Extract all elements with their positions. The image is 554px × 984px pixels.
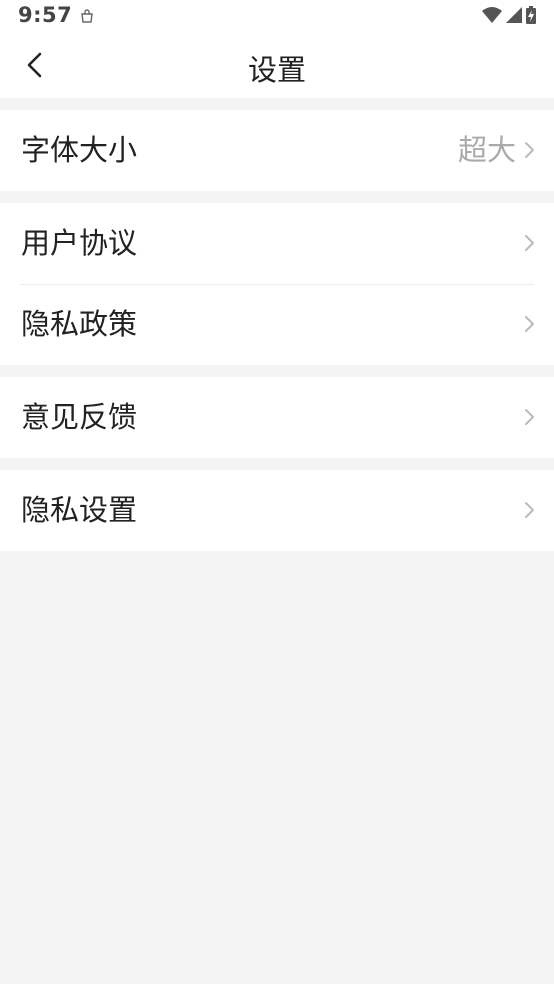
status-bar: 9:57	[0, 0, 554, 32]
feedback-row[interactable]: 意见反馈	[0, 377, 554, 458]
settings-group-legal: 用户协议 隐私政策	[0, 203, 554, 365]
privacy-policy-row[interactable]: 隐私政策	[0, 284, 554, 365]
cellular-signal-icon	[506, 7, 522, 27]
status-time: 9:57	[18, 3, 73, 27]
font-size-value: 超大	[457, 133, 516, 167]
settings-group-display: 字体大小 超大	[0, 110, 554, 191]
settings-group-privacy: 隐私设置	[0, 470, 554, 551]
feedback-label: 意见反馈	[21, 400, 138, 434]
settings-group-feedback: 意见反馈	[0, 377, 554, 458]
chevron-right-icon	[525, 142, 534, 158]
chevron-right-icon	[525, 409, 534, 425]
battery-charging-icon	[526, 6, 536, 28]
chevron-right-icon	[525, 502, 534, 518]
user-agreement-label: 用户协议	[21, 226, 138, 260]
font-size-label: 字体大小	[21, 133, 138, 167]
nav-bar: 设置	[0, 32, 554, 98]
privacy-settings-label: 隐私设置	[21, 493, 138, 527]
page-title: 设置	[247, 53, 306, 87]
privacy-settings-row[interactable]: 隐私设置	[0, 470, 554, 551]
chevron-right-icon	[525, 316, 534, 332]
top-area: 9:57 设置	[0, 0, 554, 98]
font-size-row[interactable]: 字体大小 超大	[0, 110, 554, 191]
status-icons	[482, 6, 536, 28]
wifi-icon	[482, 7, 502, 27]
user-agreement-row[interactable]: 用户协议	[0, 203, 554, 284]
privacy-policy-label: 隐私政策	[21, 307, 138, 341]
chevron-right-icon	[525, 235, 534, 251]
notification-bag-icon	[80, 8, 94, 27]
